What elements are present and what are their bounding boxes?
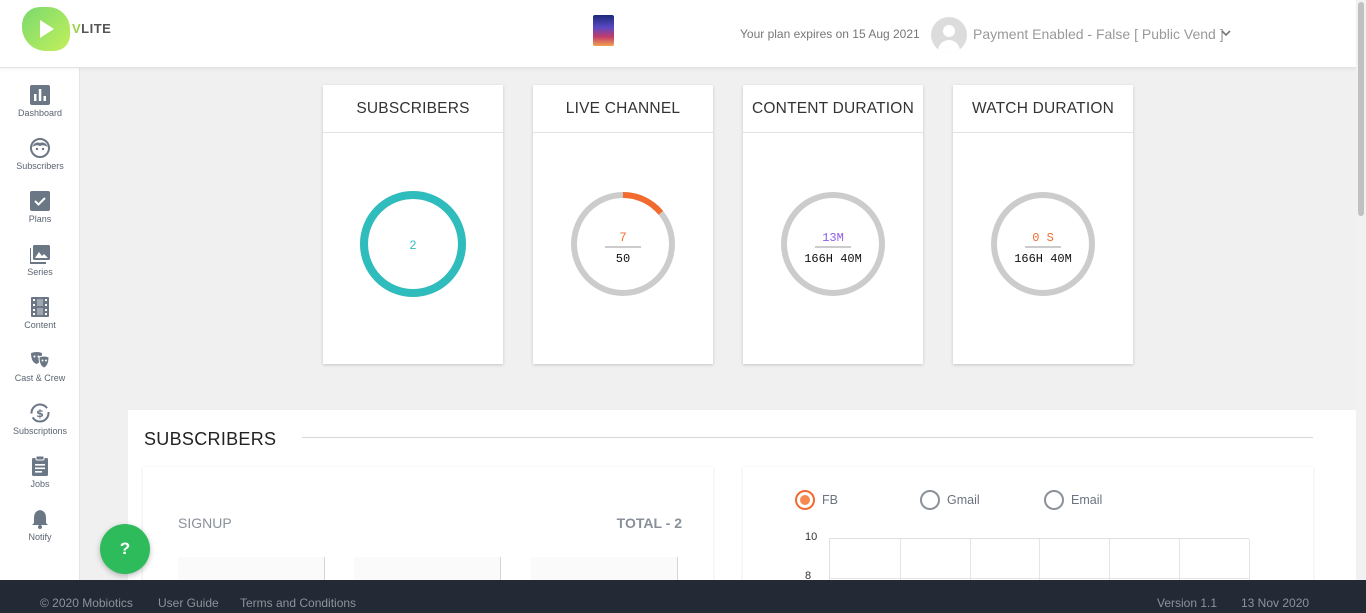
face-icon <box>30 138 50 158</box>
theater-masks-icon <box>30 350 50 370</box>
ring-value: 0 S <box>1032 231 1054 245</box>
signup-column <box>178 557 325 580</box>
poster-thumbnail[interactable] <box>593 15 614 46</box>
sidebar-item-label: Plans <box>28 214 52 224</box>
sidebar-item-jobs[interactable]: Jobs <box>0 455 80 506</box>
ring-value: 7 <box>620 230 627 244</box>
logo-text-v: V <box>72 21 82 36</box>
grid-line <box>1249 539 1250 580</box>
page-scrollbar[interactable] <box>1356 0 1366 580</box>
stat-card-title: LIVE CHANNEL <box>533 85 713 133</box>
section-divider <box>302 437 1313 438</box>
logo-text-lite: LITE <box>81 21 112 36</box>
sidebar-item-subscribers[interactable]: Subscribers <box>0 138 80 188</box>
stat-card-content-duration[interactable]: CONTENT DURATION 13M 166H 40M <box>743 85 923 364</box>
terms-link[interactable]: Terms and Conditions <box>240 596 356 610</box>
ring-value: 13M <box>822 231 844 245</box>
radio-button[interactable] <box>1044 490 1064 510</box>
radio-label: Email <box>1071 493 1103 507</box>
total-count: TOTAL - 2 <box>616 515 682 531</box>
stat-card-title: WATCH DURATION <box>953 85 1133 133</box>
y-tick-label: 10 <box>805 531 818 543</box>
avatar-body <box>938 40 960 53</box>
top-header: VLITE Your plan expires on 15 Aug 2021 P… <box>0 0 1356 68</box>
logo-text: VLITE <box>72 21 111 36</box>
footer: © 2020 Mobiotics User Guide Terms and Co… <box>0 580 1366 613</box>
signup-plot-area <box>829 538 1250 580</box>
stat-card-subscribers[interactable]: SUBSCRIBERS 2 <box>323 85 503 364</box>
radio-label: FB <box>822 493 838 507</box>
grid-line <box>900 539 901 580</box>
signup-label: SIGNUP <box>178 515 232 531</box>
sidebar-item-label: Jobs <box>30 479 50 489</box>
stat-card-title: SUBSCRIBERS <box>323 85 503 133</box>
svg-text:$: $ <box>36 407 44 420</box>
version-text: Version 1.1 <box>1157 596 1218 610</box>
sidebar-item-content[interactable]: Content <box>0 297 80 347</box>
sidebar-item-label: Notify <box>28 532 52 542</box>
content-duration-ring-chart: 13M 166H 40M <box>781 192 885 296</box>
sidebar-item-label: Cast & Crew <box>14 373 66 383</box>
grid-line <box>1039 539 1040 580</box>
film-strip-icon <box>30 297 50 317</box>
ring-total: 166H 40M <box>1014 252 1072 266</box>
signup-column <box>354 557 501 580</box>
sidebar-item-label: Subscribers <box>16 161 64 171</box>
signup-column <box>531 557 678 580</box>
radio-label: Gmail <box>947 493 980 507</box>
stats-panel: SUBSCRIBERS 2 LIVE CHANNEL 7 50 CONTENT … <box>128 68 1328 410</box>
main-content: SUBSCRIBERS 2 LIVE CHANNEL 7 50 CONTENT … <box>80 68 1356 580</box>
vlite-logo[interactable]: VLITE <box>22 7 122 51</box>
grid-line <box>830 578 1250 579</box>
grid-line <box>1179 539 1180 580</box>
sidebar-item-label: Content <box>24 320 56 330</box>
scrollbar-thumb[interactable] <box>1358 2 1364 216</box>
photo-library-icon <box>29 244 50 264</box>
sidebar-item-series[interactable]: Series <box>0 244 80 294</box>
build-date-text: 13 Nov 2020 <box>1241 596 1310 610</box>
copyright-text: © 2020 Mobiotics <box>40 596 133 610</box>
sidebar-item-notify[interactable]: Notify <box>0 509 80 559</box>
user-menu-label[interactable]: Payment Enabled - False [ Public Vend ] <box>973 26 1224 42</box>
ring-total: 166H 40M <box>804 252 862 266</box>
bar-chart-icon <box>30 85 50 105</box>
chevron-down-icon[interactable] <box>1221 29 1231 40</box>
signup-card: SIGNUP TOTAL - 2 <box>143 467 713 580</box>
radio-button[interactable] <box>795 490 815 510</box>
help-button[interactable]: ? <box>100 524 150 574</box>
sidebar-item-label: Dashboard <box>17 108 63 118</box>
grid-line <box>970 539 971 580</box>
avatar-head <box>943 25 955 37</box>
user-avatar[interactable] <box>931 17 967 53</box>
ring-total: 50 <box>616 252 630 266</box>
watch-duration-ring-chart: 0 S 166H 40M <box>991 192 1095 296</box>
sidebar-item-label: Series <box>27 267 53 277</box>
sidebar-item-label: Subscriptions <box>12 426 68 436</box>
sidebar-item-dashboard[interactable]: Dashboard <box>0 85 80 135</box>
stat-card-title: CONTENT DURATION <box>743 85 923 133</box>
sidebar-item-cast-crew[interactable]: Cast & Crew <box>0 350 80 400</box>
bell-icon <box>30 509 50 529</box>
y-tick-label: 8 <box>805 570 812 580</box>
stat-card-watch-duration[interactable]: WATCH DURATION 0 S 166H 40M <box>953 85 1133 364</box>
stat-card-live-channel[interactable]: LIVE CHANNEL 7 50 <box>533 85 713 364</box>
signup-chart-card: FB Gmail Email 10 8 <box>743 467 1313 580</box>
subscribers-ring-chart: 2 <box>360 191 466 297</box>
check-box-icon <box>30 191 50 211</box>
user-guide-link[interactable]: User Guide <box>158 596 219 610</box>
plan-expiry-text: Your plan expires on 15 Aug 2021 <box>740 27 920 41</box>
play-icon <box>40 20 54 38</box>
clipboard-icon <box>30 455 50 476</box>
ring-value: 2 <box>410 238 417 252</box>
dollar-cycle-icon: $ <box>30 403 50 423</box>
radio-button[interactable] <box>920 490 940 510</box>
grid-line <box>1109 539 1110 580</box>
sidebar: Dashboard Subscribers Plans Series Conte… <box>0 68 80 580</box>
logo-blob <box>22 7 70 51</box>
sidebar-item-plans[interactable]: Plans <box>0 191 80 241</box>
section-title: SUBSCRIBERS <box>144 429 277 449</box>
live-channel-ring-chart: 7 50 <box>571 192 675 296</box>
sidebar-item-subscriptions[interactable]: $ Subscriptions <box>0 403 80 453</box>
